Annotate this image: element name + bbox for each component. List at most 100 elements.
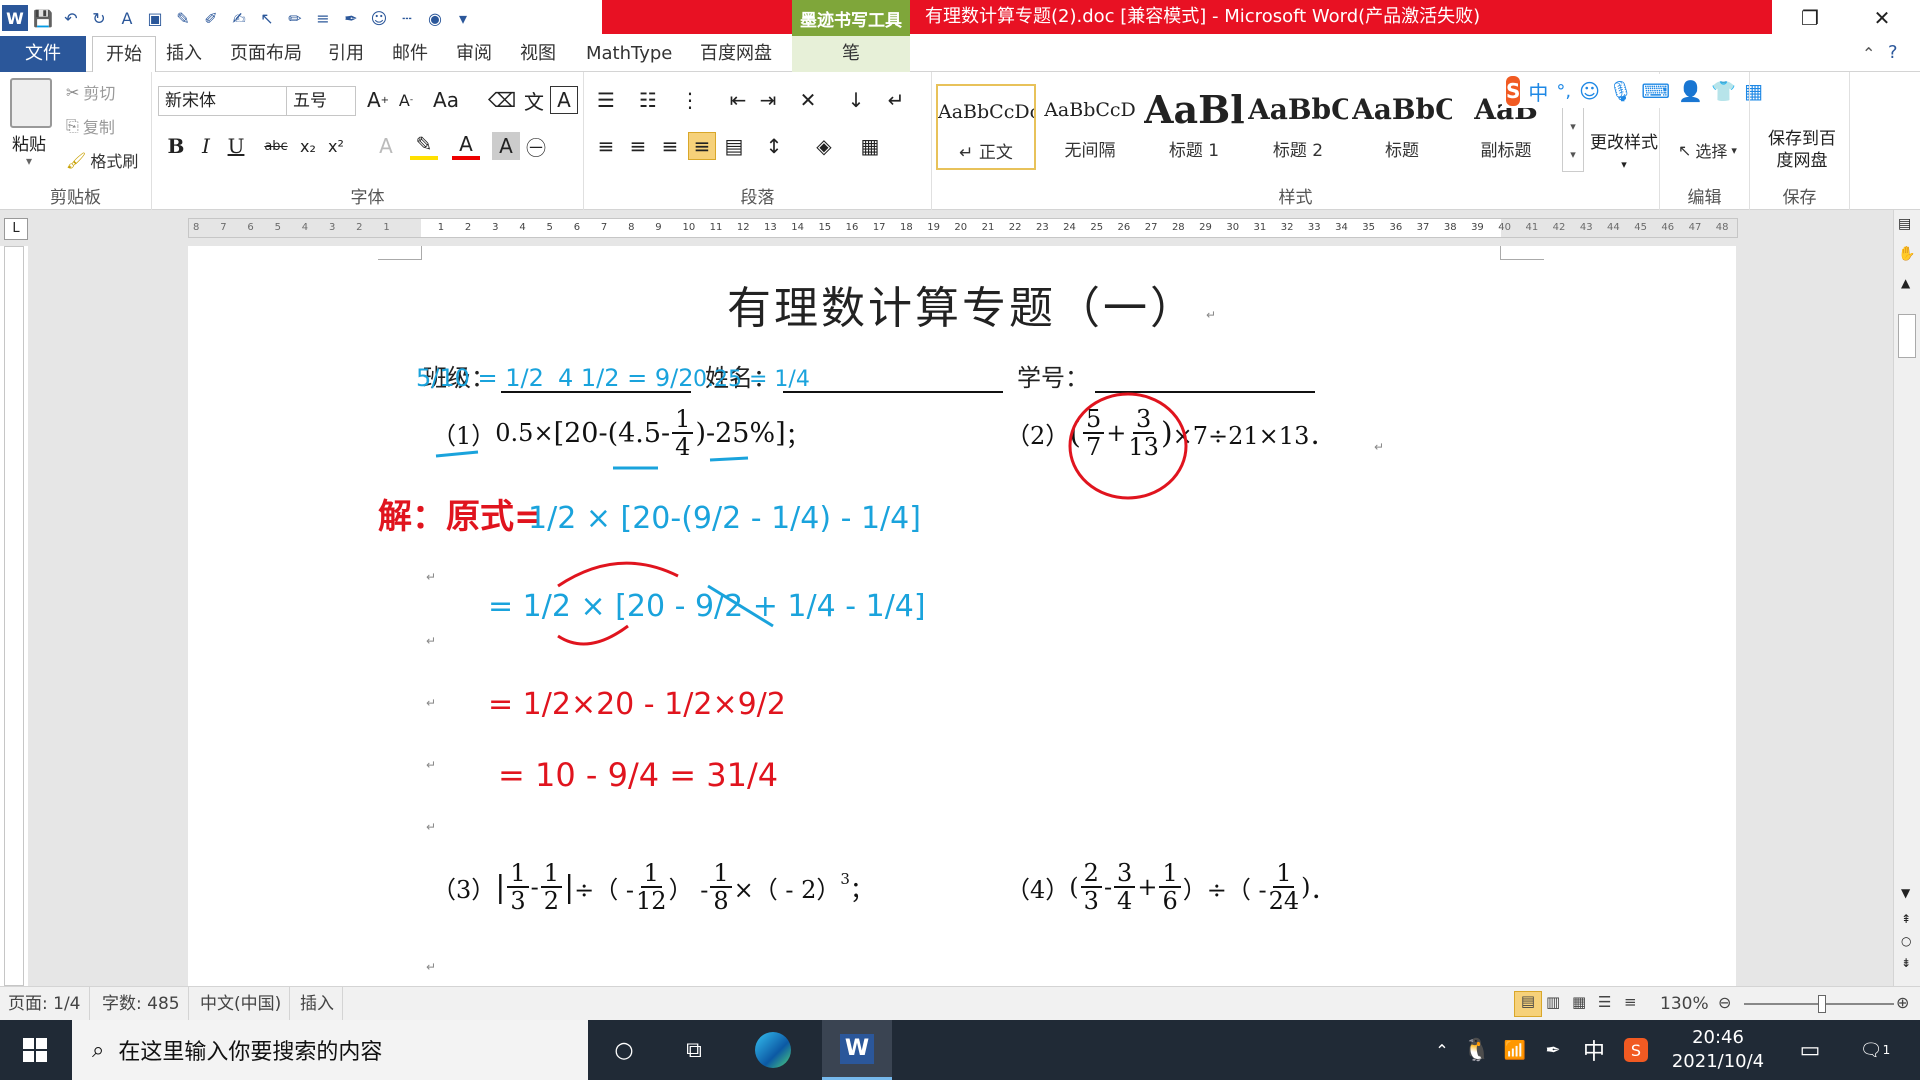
- copy-button[interactable]: ⎘ 复制: [66, 114, 115, 138]
- zoom-out-icon[interactable]: ⊖: [1718, 993, 1731, 1012]
- font-color-icon[interactable]: A: [452, 132, 480, 160]
- color-pen-icon[interactable]: ✒: [338, 5, 364, 31]
- underline-icon[interactable]: U: [222, 132, 250, 160]
- chinese-layout-icon[interactable]: ✕: [794, 86, 822, 114]
- sogou-tray-icon[interactable]: S: [1620, 1020, 1652, 1080]
- shrink-font-icon[interactable]: A-: [392, 86, 420, 114]
- tab-references[interactable]: 引用: [322, 36, 370, 72]
- pen-icon[interactable]: ✍: [226, 5, 252, 31]
- cortana-icon[interactable]: ○: [600, 1020, 648, 1080]
- align-right-icon[interactable]: ≡: [656, 132, 684, 160]
- ime-punct[interactable]: °,: [1556, 81, 1571, 102]
- ink-pen-icon[interactable]: ✏: [282, 5, 308, 31]
- style-normal[interactable]: AaBbCcDc ↵ 正文: [936, 84, 1036, 170]
- undo-icon[interactable]: ↶: [58, 5, 84, 31]
- show-marks-icon[interactable]: ↵: [882, 86, 910, 114]
- outline-view-icon[interactable]: ☰: [1598, 993, 1611, 1011]
- text-effects-icon[interactable]: A: [372, 132, 400, 160]
- distributed-icon[interactable]: ▤: [720, 132, 748, 160]
- windows-start-icon[interactable]: [0, 1020, 70, 1080]
- customize-qat-icon[interactable]: ▾: [450, 5, 476, 31]
- show-hidden-icons[interactable]: ⌃: [1428, 1020, 1456, 1080]
- print-layout-view-icon[interactable]: ▤: [1514, 991, 1542, 1017]
- decrease-indent-icon[interactable]: ⇤: [724, 86, 752, 114]
- qq-icon[interactable]: 🐧: [1462, 1020, 1492, 1080]
- tab-mailings[interactable]: 邮件: [386, 36, 434, 72]
- tab-baidu-netdisk[interactable]: 百度网盘: [694, 36, 778, 72]
- highlight-icon[interactable]: ✎: [170, 5, 196, 31]
- zoom-in-icon[interactable]: ⊕: [1896, 993, 1909, 1012]
- tab-selector[interactable]: L: [4, 218, 28, 240]
- select-button[interactable]: ↖ 选择 ▾: [1678, 138, 1737, 162]
- action-center-icon[interactable]: ▭: [1790, 1020, 1830, 1080]
- font-size-combo[interactable]: 五号: [286, 86, 356, 116]
- save-to-baidu-button[interactable]: 保存到百度网盘: [1764, 128, 1840, 172]
- clear-format-icon[interactable]: ⌫: [488, 86, 516, 114]
- emoji-icon[interactable]: ☺: [366, 5, 392, 31]
- format-painter-button[interactable]: 🖌 格式刷: [66, 148, 138, 172]
- change-styles-button[interactable]: 更改样式 ▾: [1588, 128, 1660, 173]
- cut-button[interactable]: ✂ 剪切: [66, 80, 115, 104]
- help-icon[interactable]: ?: [1888, 42, 1898, 63]
- superscript-icon[interactable]: x²: [322, 132, 350, 160]
- full-screen-reading-icon[interactable]: ▥: [1546, 993, 1560, 1011]
- paste-button[interactable]: 粘贴: [12, 130, 46, 155]
- horizontal-ruler[interactable]: 8 7 6 5 4 3 2 1 1 2 3 4 5 6 7 8 9 10 11 12 13 14 15 16 17 18 19 20 2…: [188, 218, 1738, 238]
- word-taskbar-icon[interactable]: W: [822, 1020, 892, 1080]
- select-objects-icon[interactable]: ↖: [254, 5, 280, 31]
- style-heading-2[interactable]: AaBbC 标题 2: [1248, 84, 1348, 170]
- format-icon[interactable]: ▣: [142, 5, 168, 31]
- ruler-toggle-icon[interactable]: ▤: [1898, 216, 1911, 232]
- font-color-icon[interactable]: A: [114, 5, 140, 31]
- microphone-icon[interactable]: 🎙: [1608, 79, 1633, 103]
- clock[interactable]: 20:46 2021/10/4: [1668, 1026, 1768, 1074]
- hand-icon[interactable]: ✋: [1898, 246, 1915, 262]
- increase-indent-icon[interactable]: ⇥: [754, 86, 782, 114]
- language-indicator[interactable]: 中文(中国): [192, 987, 291, 1021]
- strikethrough-icon[interactable]: abc: [262, 132, 290, 160]
- insert-mode[interactable]: 插入: [292, 987, 343, 1021]
- next-page-icon[interactable]: ⇟: [1901, 956, 1911, 970]
- dots-line-icon[interactable]: ┄: [394, 5, 420, 31]
- close-icon[interactable]: ✕: [1852, 0, 1912, 36]
- shading-icon[interactable]: ◈: [810, 132, 838, 160]
- italic-icon[interactable]: I: [192, 132, 220, 160]
- page-indicator[interactable]: 页面: 1/4: [0, 987, 90, 1021]
- phonetic-guide-icon[interactable]: 文: [520, 86, 548, 114]
- zoom-level[interactable]: 130%: [1660, 987, 1709, 1021]
- style-title[interactable]: AaBbC 标题: [1352, 84, 1452, 170]
- bullets-icon[interactable]: ☰: [592, 86, 620, 114]
- bold-icon[interactable]: B: [162, 132, 190, 160]
- change-case-icon[interactable]: Aa: [432, 86, 460, 114]
- style-no-spacing[interactable]: AaBbCcD 无间隔: [1040, 84, 1140, 170]
- sort-icon[interactable]: ↓: [842, 86, 870, 114]
- borders-icon[interactable]: ▦: [856, 132, 884, 160]
- taskbar-search[interactable]: ⌕ 在这里输入你要搜索的内容: [72, 1020, 588, 1080]
- tab-review[interactable]: 审阅: [450, 36, 498, 72]
- word-count[interactable]: 字数: 485: [94, 987, 189, 1021]
- eraser-icon[interactable]: ✐: [198, 5, 224, 31]
- ime-mode[interactable]: 中: [1528, 77, 1548, 106]
- scroll-down-icon[interactable]: ▼: [1901, 886, 1910, 900]
- justify-icon[interactable]: ≡: [688, 132, 716, 160]
- collapse-ribbon-icon[interactable]: ⌃: [1862, 44, 1875, 63]
- zoom-slider-thumb[interactable]: [1818, 995, 1826, 1013]
- tab-view[interactable]: 视图: [514, 36, 562, 72]
- highlight-color-icon[interactable]: ✎: [410, 132, 438, 160]
- style-heading-1[interactable]: AaBl 标题 1: [1144, 84, 1244, 170]
- notifications-icon[interactable]: 🗨 1: [1850, 1020, 1900, 1080]
- redo-icon[interactable]: ↻: [86, 5, 112, 31]
- tab-mathtype[interactable]: MathType: [580, 36, 678, 72]
- enclose-char-icon[interactable]: ㊀: [522, 132, 550, 160]
- line-weight-icon[interactable]: ≡: [310, 5, 336, 31]
- browse-object-icon[interactable]: ○: [1901, 934, 1911, 948]
- ime-indicator[interactable]: 中: [1576, 1020, 1612, 1080]
- emoji-icon[interactable]: ☺: [1579, 79, 1600, 103]
- char-border-icon[interactable]: A: [550, 86, 578, 114]
- subscript-icon[interactable]: x₂: [294, 132, 322, 160]
- tab-home[interactable]: 开始: [92, 36, 156, 73]
- align-center-icon[interactable]: ≡: [624, 132, 652, 160]
- paste-icon[interactable]: [10, 78, 52, 128]
- wifi-icon[interactable]: 📶: [1500, 1020, 1530, 1080]
- tab-insert[interactable]: 插入: [160, 36, 208, 72]
